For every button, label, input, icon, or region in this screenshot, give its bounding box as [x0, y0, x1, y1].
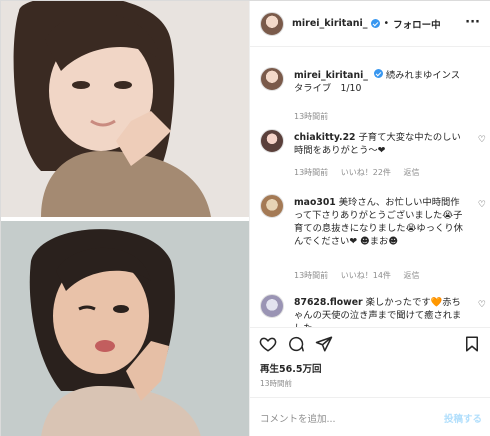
post-actions-bar	[250, 327, 490, 359]
photo-top-participant	[1, 1, 249, 217]
caption-time: 13時間前	[294, 112, 329, 121]
comment-avatar[interactable]	[260, 194, 284, 218]
author-avatar[interactable]	[260, 11, 284, 36]
comment-text: chiakitty.22 子育て大変な中たのしい時間をありがとう～❤	[294, 131, 466, 157]
instagram-post-modal: mirei_kiritani_ • フォロー中 ··· mirei_kirita…	[0, 0, 490, 436]
post-comment-button[interactable]: 投稿する	[444, 411, 482, 425]
following-button[interactable]: フォロー中	[393, 17, 441, 31]
save-bookmark-icon[interactable]	[462, 334, 482, 354]
portrait-illustration-bottom	[1, 221, 249, 436]
view-count[interactable]: 再生56.5万回	[260, 361, 321, 375]
like-comment-heart-icon[interactable]: ♡	[478, 300, 486, 310]
comment-username[interactable]: chiakitty.22	[294, 132, 356, 143]
caption-meta: 13時間前	[294, 111, 338, 122]
portrait-illustration-top	[1, 1, 249, 217]
comment-avatar[interactable]	[260, 294, 284, 318]
live-video-media[interactable]	[1, 1, 249, 436]
like-comment-heart-icon[interactable]: ♡	[478, 135, 486, 145]
post-header: mirei_kiritani_ • フォロー中 ···	[250, 1, 490, 47]
caption-text: mirei_kiritani_ 続みれまゆインスタライブ 1/10	[294, 69, 466, 95]
comment-username[interactable]: 87628.flower	[294, 297, 363, 308]
verified-badge-icon	[373, 69, 383, 78]
post-detail-panel: mirei_kiritani_ • フォロー中 ··· mirei_kirita…	[249, 1, 490, 436]
post-timestamp[interactable]: 13時間前	[260, 378, 292, 389]
comment-bubble-icon[interactable]	[286, 334, 306, 354]
comment-likes[interactable]: いいね！22件	[341, 168, 391, 177]
reply-button[interactable]: 返信	[403, 271, 419, 280]
separator-dot: •	[383, 18, 390, 29]
comment-likes[interactable]: いいね！14件	[341, 271, 391, 280]
comment-meta: 13時間前 いいね！22件 返信	[294, 167, 429, 178]
comment-time: 13時間前	[294, 168, 329, 177]
header-text: mirei_kiritani_ • フォロー中	[292, 17, 441, 31]
like-comment-heart-icon[interactable]: ♡	[478, 200, 486, 210]
comment-avatar[interactable]	[260, 129, 284, 153]
comments-list[interactable]: mirei_kiritani_ 続みれまゆインスタライブ 1/10 13時間前 …	[250, 59, 490, 327]
verified-badge-icon	[370, 19, 380, 28]
share-paper-plane-icon[interactable]	[314, 334, 334, 354]
comment-text: 87628.flower 楽しかったです🧡赤ちゃんの天使の泣き声まで聞けて癒され…	[294, 296, 466, 327]
comment-meta: 13時間前 いいね！14件 返信	[294, 270, 429, 281]
add-comment-input[interactable]: コメントを追加...	[260, 411, 444, 425]
photo-bottom-participant	[1, 221, 249, 436]
author-username[interactable]: mirei_kiritani_	[292, 18, 368, 29]
like-heart-icon[interactable]	[258, 334, 278, 354]
caption-avatar[interactable]	[260, 67, 284, 91]
comment-text: mao301 美玲さん、お忙しい中時間作って下さりありがとうございました😭子育て…	[294, 196, 466, 248]
add-comment-row: コメントを追加... 投稿する	[250, 397, 490, 436]
comment-username[interactable]: mao301	[294, 197, 336, 208]
reply-button[interactable]: 返信	[403, 168, 419, 177]
caption-username[interactable]: mirei_kiritani_	[294, 70, 368, 81]
more-options-icon[interactable]: ···	[465, 15, 480, 30]
comment-time: 13時間前	[294, 271, 329, 280]
